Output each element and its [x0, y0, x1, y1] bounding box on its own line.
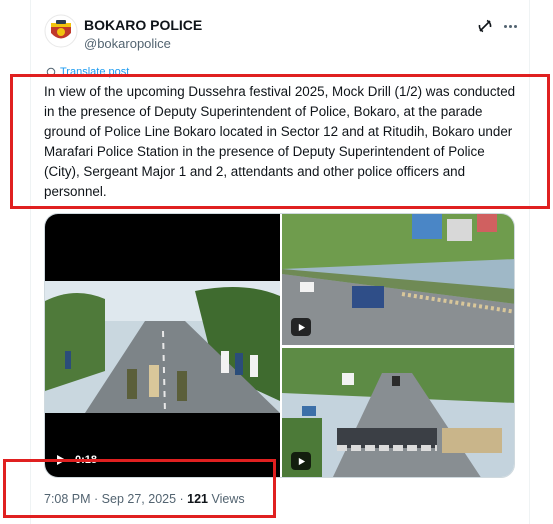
drill-aerial-photo	[282, 214, 514, 345]
grok-icon	[478, 19, 492, 33]
translate-post-link[interactable]: Translate post	[46, 66, 129, 78]
meta-separator: ·	[90, 492, 102, 506]
photo-video-badge-bottom[interactable]	[291, 452, 311, 470]
meta-separator: ·	[176, 492, 188, 506]
views-label: Views	[208, 492, 245, 506]
police-emblem-icon	[44, 14, 78, 48]
views-count: 121	[187, 492, 209, 506]
media-item-top[interactable]	[282, 214, 514, 345]
avatar[interactable]	[44, 14, 78, 48]
play-icon[interactable]	[55, 454, 67, 466]
post-date[interactable]: Sep 27, 2025	[102, 492, 176, 506]
author-handle[interactable]: @bokaropolice	[84, 36, 171, 51]
author-name[interactable]: BOKARO POLICE	[84, 17, 202, 33]
post-metadata: 7:08 PM · Sep 27, 2025 · 121 Views	[44, 492, 245, 506]
post-text: In view of the upcoming Dussehra festiva…	[44, 82, 524, 202]
video-player[interactable]: 0:18	[45, 214, 280, 477]
more-options-button[interactable]	[500, 16, 520, 36]
translate-icon	[46, 67, 56, 77]
video-thumbnail	[45, 281, 280, 413]
drill-road-photo	[282, 348, 514, 477]
translate-post-label[interactable]: Translate post	[60, 66, 129, 78]
play-icon	[298, 323, 305, 331]
media-grid: 0:18	[44, 213, 515, 478]
photo-video-badge-top[interactable]	[291, 318, 311, 336]
play-icon	[298, 457, 305, 465]
media-item-bottom[interactable]	[282, 348, 514, 477]
video-duration: 0:18	[75, 454, 98, 466]
more-options-icon	[503, 24, 507, 28]
grok-button[interactable]	[475, 16, 495, 36]
post-time[interactable]: 7:08 PM	[44, 492, 91, 506]
